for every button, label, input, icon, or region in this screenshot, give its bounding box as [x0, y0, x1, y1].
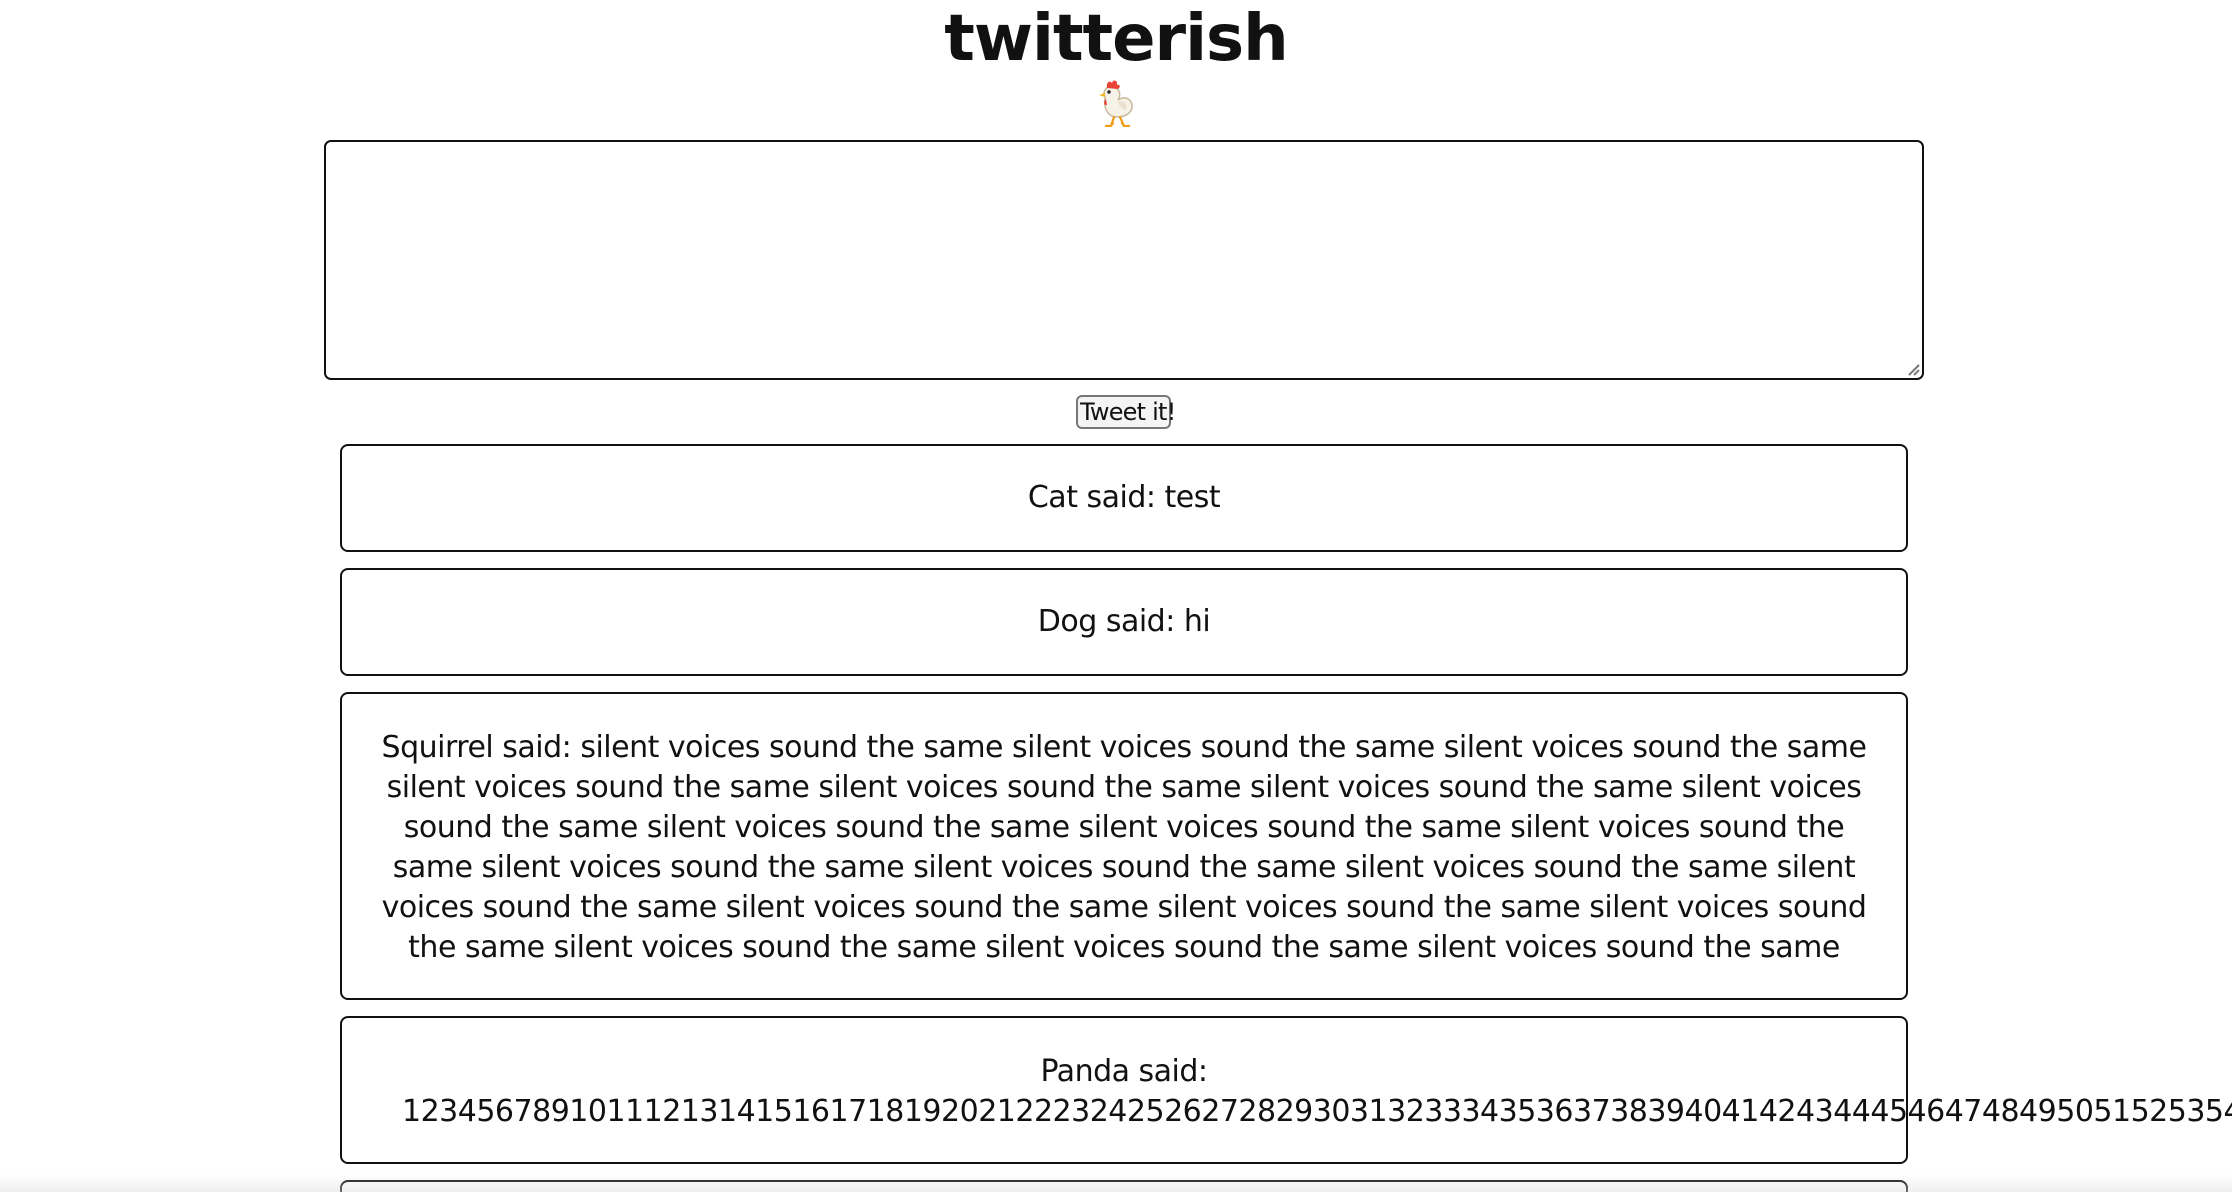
- long-number-text: 1234567891011121314151617181920212223242…: [402, 1094, 2232, 1129]
- tweet-feed: Cat said: test Dog said: hi Squirrel sai…: [340, 444, 2232, 1192]
- textarea-resize-handle-icon[interactable]: [1904, 360, 1920, 376]
- twitterish-page: twitterish Tweet it! Cat said: test Dog …: [0, 0, 2232, 1192]
- tweet-author-prefix: Panda said:: [1040, 1054, 1208, 1089]
- tweet-it-button[interactable]: Tweet it!: [1076, 395, 1176, 429]
- tweet-text: Squirrel said: silent voices sound the s…: [381, 730, 1867, 965]
- tweet-card-cat: Cat said: test: [340, 444, 1908, 552]
- tweet-text: Dog said: hi: [1037, 604, 1211, 639]
- tweet-composer-textarea[interactable]: [324, 140, 1924, 380]
- tweet-card-dog: Dog said: hi: [340, 568, 1908, 676]
- chicken-emoji-icon: [0, 74, 2232, 128]
- app-header: twitterish: [0, 0, 2232, 128]
- tweet-card-squirrel: Squirrel said: silent voices sound the s…: [340, 692, 1908, 1000]
- chicken-icon: [1099, 80, 1133, 127]
- tweet-text: Cat said: test: [1027, 480, 1221, 515]
- app-title: twitterish: [944, 2, 1288, 76]
- tweet-card-next-partial: [340, 1180, 1908, 1192]
- panda-tweet-content: Panda said: 1234567891011121314151617181…: [372, 1052, 2232, 1129]
- tweet-card-panda: Panda said: 1234567891011121314151617181…: [340, 1016, 2232, 1164]
